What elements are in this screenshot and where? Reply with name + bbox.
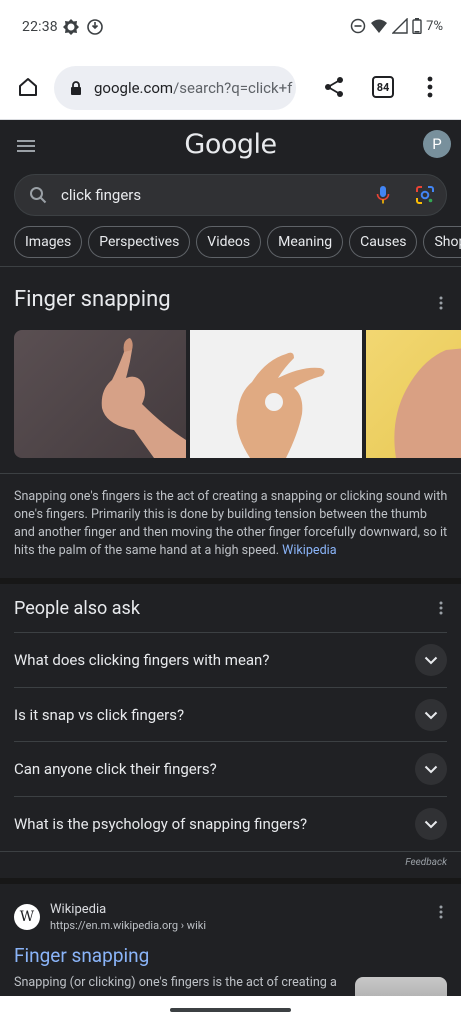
- expand-button[interactable]: [415, 753, 447, 785]
- chip-perspectives[interactable]: Perspectives: [88, 226, 191, 258]
- tab-switcher-button[interactable]: 84: [372, 76, 394, 98]
- more-vert-icon: [439, 296, 443, 310]
- expand-button[interactable]: [415, 644, 447, 676]
- chevron-down-icon: [424, 711, 438, 719]
- knowledge-panel-more-button[interactable]: [431, 293, 451, 313]
- expand-button[interactable]: [415, 699, 447, 731]
- paa-question[interactable]: Can anyone click their fingers?: [14, 741, 447, 796]
- chevron-down-icon: [424, 765, 438, 773]
- finger-snap-image-2[interactable]: [190, 330, 362, 458]
- result-snippet: Snapping (or clicking) one's fingers is …: [14, 975, 337, 990]
- home-button[interactable]: [12, 71, 44, 103]
- microphone-icon[interactable]: [375, 185, 391, 205]
- paa-question-text: Can anyone click their fingers?: [14, 760, 217, 778]
- finger-snap-image-1[interactable]: [14, 330, 186, 458]
- paa-question-text: What is the psychology of snapping finge…: [14, 815, 308, 833]
- battery-percent: 7%: [426, 18, 443, 34]
- paa-divider: [0, 851, 461, 852]
- chip-shopping[interactable]: Shopping: [423, 226, 461, 258]
- status-bar: 22:38 7%: [0, 0, 461, 56]
- result-url[interactable]: https://en.m.wikipedia.org › wiki: [50, 919, 206, 932]
- battery-icon: [412, 18, 422, 34]
- chevron-down-icon: [424, 820, 438, 828]
- wikipedia-favicon: W: [14, 904, 40, 930]
- search-icon: [30, 187, 47, 204]
- section-separator: [0, 878, 461, 884]
- more-vert-icon: [439, 905, 443, 919]
- chip-meaning[interactable]: Meaning: [267, 226, 344, 258]
- url-text: google.com/search?q=click+f: [94, 79, 293, 97]
- search-query[interactable]: click fingers: [61, 186, 141, 204]
- header-divider: [0, 266, 461, 267]
- sync-icon: [87, 19, 103, 35]
- knowledge-panel-description: Snapping one's fingers is the act of cre…: [14, 489, 448, 558]
- knowledge-panel-divider: [0, 473, 461, 474]
- google-header: Google P: [0, 121, 461, 171]
- brightness-icon: [63, 19, 79, 35]
- wifi-icon: [371, 19, 388, 33]
- status-right: 7%: [350, 18, 443, 34]
- browser-menu-button[interactable]: [414, 71, 446, 103]
- more-vert-icon: [439, 601, 443, 615]
- paa-question[interactable]: Is it snap vs click fingers?: [14, 687, 447, 742]
- lens-camera-icon[interactable]: [415, 185, 435, 205]
- home-icon: [19, 78, 37, 96]
- dnd-icon: [350, 18, 366, 34]
- filter-chips: Images Perspectives Videos Meaning Cause…: [14, 226, 461, 258]
- lock-icon: [71, 81, 81, 95]
- gesture-handle[interactable]: [170, 1008, 291, 1012]
- chip-causes[interactable]: Causes: [349, 226, 418, 258]
- share-icon: [325, 77, 343, 97]
- browser-toolbar: google.com/search?q=click+f 84: [0, 56, 461, 120]
- chevron-down-icon: [424, 656, 438, 664]
- wikipedia-source-link[interactable]: Wikipedia: [282, 543, 336, 558]
- people-also-ask-more-button[interactable]: [431, 598, 451, 618]
- chip-images[interactable]: Images: [14, 226, 83, 258]
- navigation-bar: [0, 996, 461, 1024]
- signal-icon: [392, 18, 408, 34]
- paa-question-text: Is it snap vs click fingers?: [14, 706, 185, 724]
- chip-videos[interactable]: Videos: [196, 226, 262, 258]
- expand-button[interactable]: [415, 808, 447, 840]
- paa-question-text: What does clicking fingers with mean?: [14, 651, 270, 669]
- result-site-name[interactable]: Wikipedia: [50, 902, 106, 917]
- google-logo[interactable]: Google: [0, 129, 461, 160]
- search-box[interactable]: click fingers: [14, 174, 447, 216]
- result-more-button[interactable]: [431, 902, 451, 922]
- finger-snap-image-3[interactable]: [366, 330, 461, 458]
- feedback-link[interactable]: Feedback: [405, 857, 447, 868]
- paa-question[interactable]: What does clicking fingers with mean?: [14, 632, 447, 687]
- more-vert-icon: [427, 76, 433, 98]
- paa-question[interactable]: What is the psychology of snapping finge…: [14, 796, 447, 851]
- account-avatar[interactable]: P: [423, 130, 451, 158]
- address-bar[interactable]: google.com/search?q=click+f: [54, 66, 296, 110]
- people-also-ask-title: People also ask: [14, 598, 140, 619]
- image-carousel: [14, 330, 461, 458]
- knowledge-panel-title: Finger snapping: [14, 287, 171, 312]
- share-button[interactable]: [318, 71, 350, 103]
- result-title-link[interactable]: Finger snapping: [14, 944, 149, 967]
- section-separator: [0, 578, 461, 584]
- status-time: 22:38: [22, 19, 58, 35]
